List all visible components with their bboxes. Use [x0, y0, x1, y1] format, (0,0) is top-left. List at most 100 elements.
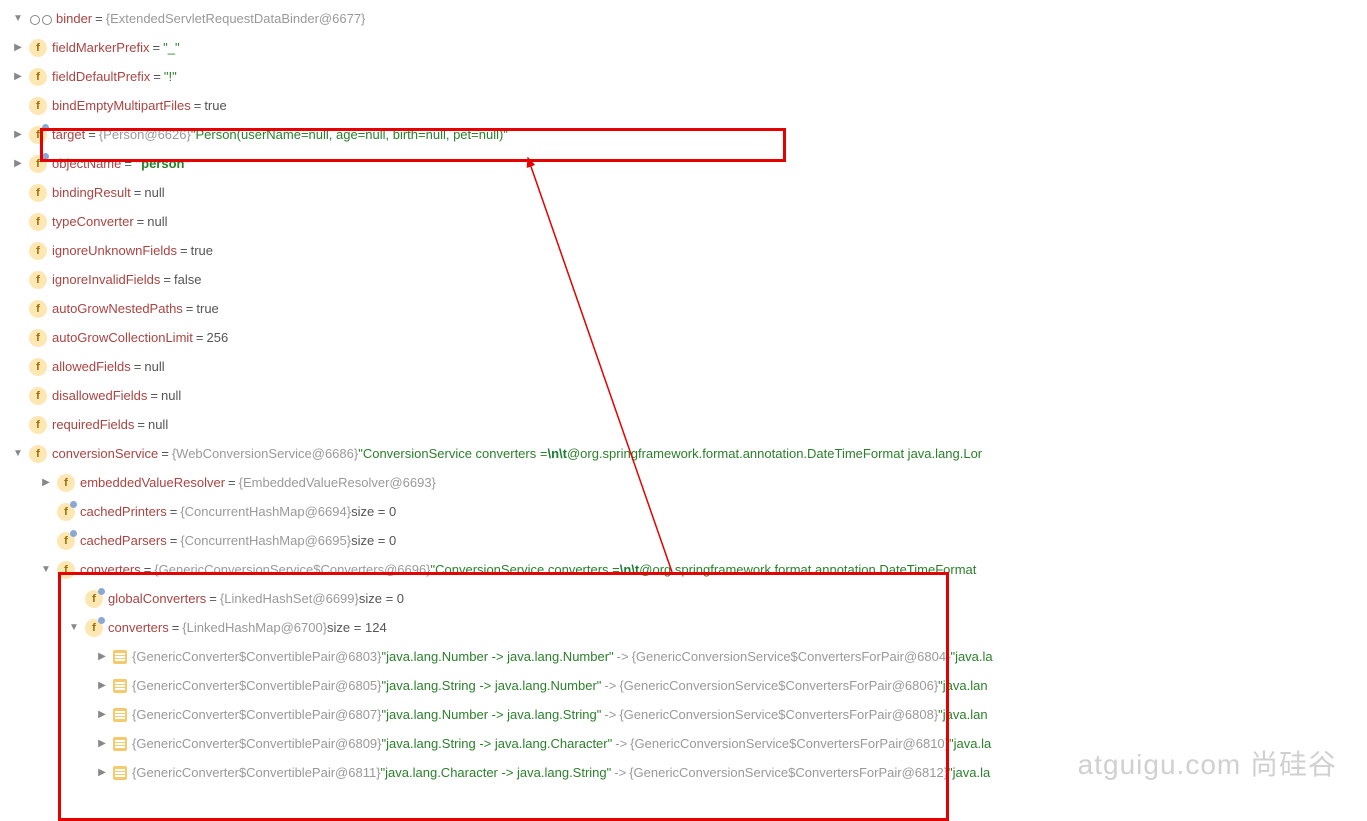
tree-row[interactable]: ▶fcachedPrinters = {ConcurrentHashMap@66…	[0, 497, 1367, 526]
glasses-icon	[30, 11, 52, 27]
tree-row[interactable]: ▶fglobalConverters = {LinkedHashSet@6699…	[0, 584, 1367, 613]
map-entry-icon	[113, 708, 127, 722]
field-icon: f	[57, 474, 75, 492]
var-object-ref: {GenericConversionService$ConvertersForP…	[629, 765, 948, 780]
tree-row[interactable]: ▶fembeddedValueResolver = {EmbeddedValue…	[0, 468, 1367, 497]
var-name: cachedParsers	[80, 533, 167, 548]
chevron-right-icon[interactable]: ▶	[94, 707, 110, 723]
escape-sequence: \n\t	[547, 446, 567, 461]
var-string-value: "java.la	[949, 736, 991, 751]
tree-row[interactable]: ▼fconversionService = {WebConversionServ…	[0, 439, 1367, 468]
tree-row[interactable]: ▶fbindEmptyMultipartFiles = true	[0, 91, 1367, 120]
chevron-down-icon[interactable]: ▼	[38, 562, 54, 578]
tree-row[interactable]: ▶ {GenericConverter$ConvertiblePair@6805}…	[0, 671, 1367, 700]
var-object-ref: {EmbeddedValueResolver@6693}	[239, 475, 436, 490]
var-name: ignoreInvalidFields	[52, 272, 160, 287]
var-name: typeConverter	[52, 214, 134, 229]
var-string-value: "ConversionService converters =	[358, 446, 547, 461]
var-object-ref: {GenericConverter$ConvertiblePair@6805}	[132, 678, 382, 693]
tree-row[interactable]: ▶fbindingResult = null	[0, 178, 1367, 207]
var-name: requiredFields	[52, 417, 134, 432]
var-value: true	[204, 98, 226, 113]
field-inherited-icon: f	[57, 503, 75, 521]
var-string-value: "java.lang.Character -> java.lang.String…	[381, 765, 612, 780]
tree-row[interactable]: ▶ftypeConverter = null	[0, 207, 1367, 236]
chevron-down-icon[interactable]: ▼	[10, 446, 26, 462]
var-value: null	[144, 359, 164, 374]
var-string-value: "Person(userName=null, age=null, birth=n…	[191, 127, 508, 142]
field-icon: f	[29, 416, 47, 434]
var-size: size = 0	[351, 504, 396, 519]
field-icon: f	[29, 300, 47, 318]
tree-row[interactable]: ▶fdisallowedFields = null	[0, 381, 1367, 410]
tree-row[interactable]: ▶ffieldDefaultPrefix = "!"	[0, 62, 1367, 91]
var-object-ref: {GenericConverter$ConvertiblePair@6809}	[132, 736, 382, 751]
tree-row[interactable]: ▶ {GenericConverter$ConvertiblePair@6811}…	[0, 758, 1367, 787]
var-object-ref: {GenericConversionService$ConvertersForP…	[632, 649, 951, 664]
var-name: bindEmptyMultipartFiles	[52, 98, 191, 113]
var-object-ref: {ConcurrentHashMap@6695}	[180, 533, 351, 548]
var-object-ref: {GenericConversionService$ConvertersForP…	[630, 736, 949, 751]
tree-row[interactable]: ▶fignoreInvalidFields = false	[0, 265, 1367, 294]
tree-row[interactable]: ▼fconverters = {GenericConversionService…	[0, 555, 1367, 584]
var-name: conversionService	[52, 446, 158, 461]
field-icon: f	[29, 213, 47, 231]
var-size: size = 0	[359, 591, 404, 606]
escape-sequence: \n\t	[620, 562, 640, 577]
tree-row[interactable]: ▶ {GenericConverter$ConvertiblePair@6809}…	[0, 729, 1367, 758]
tree-row[interactable]: ▶fautoGrowNestedPaths = true	[0, 294, 1367, 323]
chevron-down-icon[interactable]: ▼	[66, 620, 82, 636]
tree-row-root[interactable]: ▼ binder = {ExtendedServletRequestDataBi…	[0, 4, 1367, 33]
var-object-ref: {LinkedHashMap@6700}	[182, 620, 327, 635]
chevron-right-icon[interactable]: ▶	[10, 127, 26, 143]
map-entry-icon	[113, 737, 127, 751]
tree-row[interactable]: ▶ {GenericConverter$ConvertiblePair@6807}…	[0, 700, 1367, 729]
var-name: disallowedFields	[52, 388, 147, 403]
chevron-down-icon[interactable]: ▼	[10, 11, 26, 27]
chevron-right-icon[interactable]: ▶	[10, 40, 26, 56]
field-inherited-icon: f	[57, 532, 75, 550]
var-name: fieldDefaultPrefix	[52, 69, 150, 84]
chevron-right-icon[interactable]: ▶	[94, 736, 110, 752]
var-object-ref: {GenericConverter$ConvertiblePair@6811}	[132, 765, 381, 780]
chevron-right-icon[interactable]: ▶	[94, 649, 110, 665]
tree-row[interactable]: ▶ftarget = {Person@6626} "Person(userNam…	[0, 120, 1367, 149]
chevron-right-icon[interactable]: ▶	[38, 475, 54, 491]
map-arrow: ->	[617, 649, 629, 664]
tree-row[interactable]: ▶frequiredFields = null	[0, 410, 1367, 439]
field-inherited-icon: f	[29, 126, 47, 144]
tree-row[interactable]: ▶fautoGrowCollectionLimit = 256	[0, 323, 1367, 352]
var-name: converters	[80, 562, 141, 577]
chevron-right-icon[interactable]: ▶	[10, 69, 26, 85]
debug-variables-tree[interactable]: ▼ binder = {ExtendedServletRequestDataBi…	[0, 0, 1367, 791]
var-value: null	[147, 214, 167, 229]
field-icon: f	[57, 561, 75, 579]
field-icon: f	[29, 358, 47, 376]
var-string-value: "java.la	[950, 649, 992, 664]
var-string-value: "java.lang.Number -> java.lang.Number"	[382, 649, 614, 664]
var-string-value: @org.springframework.format.annotation.D…	[567, 446, 982, 461]
tree-row[interactable]: ▶{GenericConverter$ConvertiblePair@6803}…	[0, 642, 1367, 671]
tree-row[interactable]: ▶fobjectName = "person"	[0, 149, 1367, 178]
field-inherited-icon: f	[85, 619, 103, 637]
field-icon: f	[29, 242, 47, 260]
chevron-right-icon[interactable]: ▶	[94, 765, 110, 781]
tree-row[interactable]: ▶fignoreUnknownFields = true	[0, 236, 1367, 265]
tree-row[interactable]: ▶fcachedParsers = {ConcurrentHashMap@669…	[0, 526, 1367, 555]
var-string-value: "ConversionService converters =	[431, 562, 620, 577]
var-string-value: "_"	[163, 40, 179, 55]
var-size: size = 0	[351, 533, 396, 548]
chevron-right-icon[interactable]: ▶	[94, 678, 110, 694]
tree-row[interactable]: ▶ffieldMarkerPrefix = "_"	[0, 33, 1367, 62]
tree-row[interactable]: ▼fconverters = {LinkedHashMap@6700} size…	[0, 613, 1367, 642]
var-name: autoGrowCollectionLimit	[52, 330, 193, 345]
field-icon: f	[29, 329, 47, 347]
var-string-value: "java.la	[948, 765, 990, 780]
var-object-ref: {GenericConverter$ConvertiblePair@6807}	[132, 707, 382, 722]
var-object-ref: {GenericConversionService$ConvertersForP…	[619, 707, 938, 722]
var-value: true	[196, 301, 218, 316]
chevron-right-icon[interactable]: ▶	[10, 156, 26, 172]
field-icon: f	[29, 271, 47, 289]
tree-row[interactable]: ▶fallowedFields = null	[0, 352, 1367, 381]
var-name: objectName	[52, 156, 121, 171]
